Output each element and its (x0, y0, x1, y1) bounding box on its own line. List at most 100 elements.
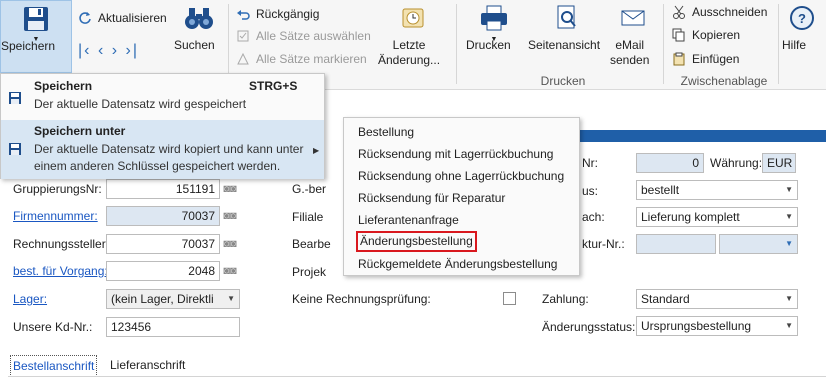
aenderungsstatus-value: Ursprungsbestellung (641, 319, 752, 333)
rechnungssteller-field[interactable]: 70037 (106, 234, 220, 254)
printer-icon (466, 4, 522, 35)
dropdown-arrow-icon: ▼ (785, 321, 793, 330)
refresh-button[interactable]: Aktualisieren (78, 8, 167, 28)
aenderungsstatus-select[interactable]: Ursprungsbestellung ▼ (636, 316, 798, 336)
header-bar (572, 130, 826, 142)
save-button[interactable]: Speichern ▼ (0, 0, 72, 73)
gruppierungsnr-field[interactable]: 151191 (106, 179, 220, 199)
best-vorgang-field[interactable]: 2048 (106, 261, 220, 281)
kdnr-label: Unsere Kd-Nr.: (13, 320, 93, 334)
select-all-button[interactable]: Alle Sätze auswählen (236, 26, 371, 46)
menu-item-save-as[interactable]: Speichern unter Der aktuelle Datensatz w… (1, 120, 324, 179)
paste-label: Einfügen (692, 52, 740, 66)
dropdown-arrow-icon: ▼ (785, 185, 793, 194)
best-vorgang-link[interactable]: best. für Vorgang: (13, 264, 108, 278)
zahlung-value: Standard (641, 292, 690, 306)
paste-button[interactable]: Einfügen (672, 49, 739, 69)
submenu-item-lieferantenanfrage[interactable]: Lieferantenanfrage (358, 210, 459, 230)
ribbon-separator (228, 4, 229, 84)
save-button-label: Speichern (1, 39, 56, 53)
aenderungsstatus-label: Änderungsstatus: (542, 320, 636, 334)
first-record-icon[interactable]: |‹ (78, 42, 91, 59)
search-label: Suchen (174, 38, 215, 52)
waehrung-label: Währung: (710, 156, 763, 170)
cut-label: Ausschneiden (692, 5, 768, 19)
binoculars-icon[interactable]: ◙◙ (221, 261, 239, 281)
lager-value: (kein Lager, Direktli (111, 292, 214, 306)
submenu-item-ruecksendung-mit-lagerrueckbuchung[interactable]: Rücksendung mit Lagerrückbuchung (358, 144, 553, 164)
svg-text:?: ? (798, 11, 806, 26)
submenu-item-ruecksendung-reparatur[interactable]: Rücksendung für Reparatur (358, 188, 505, 208)
help-button[interactable]: ? Hilfe (782, 0, 822, 52)
submenu-item-ruecksendung-ohne-lagerrueckbuchung[interactable]: Rücksendung ohne Lagerrückbuchung (358, 166, 564, 186)
keine-rechnungspruefung-label: Keine Rechnungsprüfung: (292, 292, 431, 306)
submenu-item-bestellung[interactable]: Bestellung (358, 122, 414, 142)
zahlung-select[interactable]: Standard ▼ (636, 289, 798, 309)
tab-divider (8, 376, 826, 377)
dropdown-arrow-icon: ▼ (785, 212, 793, 221)
next-record-icon[interactable]: › (112, 42, 119, 59)
copy-icon (672, 28, 685, 42)
binoculars-icon[interactable]: ◙◙ (221, 179, 239, 199)
print-button[interactable]: Drucken ▼ (466, 0, 522, 52)
faktur-nr-select[interactable]: ▼ (719, 234, 798, 254)
tab-bestellanschrift[interactable]: Bestellanschrift (10, 355, 98, 377)
select-all-icon (237, 30, 249, 42)
waehrung-field[interactable]: EUR (762, 153, 796, 173)
status-value: bestellt (641, 183, 680, 197)
lieferung-select[interactable]: Lieferung komplett ▼ (636, 207, 798, 227)
last-change-button[interactable]: Letzte Änderung... (378, 0, 448, 67)
ribbon-separator (778, 4, 779, 84)
dropdown-arrow-icon: ▼ (785, 239, 793, 248)
faktur-nr-label: ktur-Nr.: (582, 237, 625, 251)
search-button[interactable]: Suchen (174, 0, 224, 52)
select-all-label: Alle Sätze auswählen (256, 29, 371, 43)
cut-button[interactable]: Ausschneiden (672, 2, 767, 22)
projekt-label: Projek (292, 265, 327, 279)
refresh-label: Aktualisieren (98, 11, 167, 25)
undo-button[interactable]: Rückgängig (236, 4, 319, 24)
rechnungssteller-label: Rechnungssteller: (13, 237, 110, 251)
status-select[interactable]: bestellt ▼ (636, 180, 798, 200)
mark-all-button[interactable]: Alle Sätze markieren (236, 49, 367, 69)
clipboard-group-label: Zwischenablage (680, 74, 768, 88)
submenu-item-aenderungsbestellung[interactable]: Änderungsbestellung (356, 231, 477, 252)
last-record-icon[interactable]: ›| (126, 42, 139, 59)
binoculars-icon[interactable]: ◙◙ (221, 206, 239, 226)
zahlung-label: Zahlung: (542, 292, 589, 306)
copy-label: Kopieren (692, 28, 741, 42)
floppy-disk-icon (1, 5, 71, 36)
firmennummer-link[interactable]: Firmennummer: (13, 209, 98, 223)
binoculars-icon[interactable]: ◙◙ (221, 234, 239, 254)
undo-label: Rückgängig (256, 7, 320, 21)
print-group-label: Drucken (540, 74, 586, 88)
submenu-item-rueckgemeldete-aenderungsbestellung[interactable]: Rückgemeldete Änderungsbestellung (358, 254, 557, 274)
nr-field[interactable]: 0 (636, 153, 704, 173)
lieferung-value: Lieferung komplett (641, 210, 740, 224)
faktur-nr-field[interactable] (636, 234, 716, 254)
clipboard-icon (673, 52, 685, 66)
keine-rechnungspruefung-checkbox[interactable] (503, 292, 516, 305)
menu-save-as-description: Der aktuelle Datensatz wird kopiert und … (34, 142, 304, 173)
copy-button[interactable]: Kopieren (672, 25, 740, 45)
lieferung-label: ach: (582, 210, 605, 224)
email-label: eMail senden (610, 38, 650, 67)
ribbon-separator (456, 4, 457, 84)
help-globe-icon: ? (782, 4, 822, 35)
tab-lieferanschrift[interactable]: Lieferanschrift (108, 355, 187, 377)
kdnr-field[interactable]: 123456 (106, 317, 240, 337)
lager-select[interactable]: (kein Lager, Direktli ▼ (106, 289, 240, 309)
bearbeiter-label: Bearbe (292, 237, 331, 251)
email-send-button[interactable]: eMail senden (610, 0, 656, 67)
print-label: Drucken (466, 38, 511, 52)
menu-item-save[interactable]: Speichern STRG+S Der aktuelle Datensatz … (1, 74, 324, 118)
mark-all-icon (237, 52, 249, 65)
firmennummer-field[interactable]: 70037 (106, 206, 220, 226)
scroll-clock-icon (378, 4, 448, 35)
refresh-icon (79, 12, 91, 24)
g-ber-label: G.-ber (292, 182, 327, 196)
previous-record-icon[interactable]: ‹ (98, 42, 105, 59)
menu-save-as-title: Speichern unter (34, 124, 126, 138)
lager-link[interactable]: Lager: (13, 292, 47, 306)
page-view-button[interactable]: Seitenansicht (528, 0, 604, 52)
